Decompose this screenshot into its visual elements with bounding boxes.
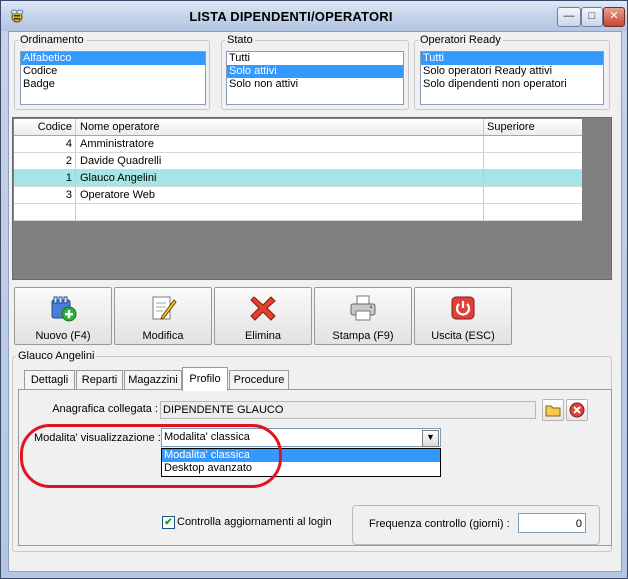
anagrafica-label: Anagrafica collegata : bbox=[52, 403, 158, 415]
tab-magazzini[interactable]: Magazzini bbox=[124, 370, 182, 390]
grid-header-row: Codice Nome operatore Superiore bbox=[14, 119, 582, 136]
new-user-icon bbox=[49, 294, 77, 322]
close-icon: ✕ bbox=[609, 10, 619, 22]
cell-nome: Glauco Angelini bbox=[80, 170, 484, 186]
cell-codice bbox=[14, 204, 76, 220]
exit-button-label: Uscita (ESC) bbox=[431, 330, 495, 342]
power-icon bbox=[449, 294, 477, 322]
printer-icon bbox=[349, 294, 377, 322]
ordinamento-label: Ordinamento bbox=[18, 34, 86, 46]
col-header-codice[interactable]: Codice bbox=[14, 119, 76, 135]
detail-group-title: Glauco Angelini bbox=[16, 350, 97, 362]
window-title: LISTA DIPENDENTI/OPERATORI bbox=[189, 9, 393, 24]
exit-button[interactable]: Uscita (ESC) bbox=[414, 287, 512, 345]
title-bar[interactable]: LISTA DIPENDENTI/OPERATORI — □ ✕ bbox=[1, 1, 627, 31]
maximize-button[interactable]: □ bbox=[581, 7, 603, 27]
operatori-ready-label: Operatori Ready bbox=[418, 34, 503, 46]
minimize-button[interactable]: — bbox=[557, 7, 581, 27]
edit-document-icon bbox=[149, 294, 177, 322]
cell-nome bbox=[80, 204, 484, 220]
close-button[interactable]: ✕ bbox=[603, 7, 625, 27]
browse-folder-button[interactable] bbox=[542, 399, 564, 421]
stato-list[interactable]: Tutti Solo attivi Solo non attivi bbox=[226, 51, 404, 105]
stato-item-tutti[interactable]: Tutti bbox=[227, 52, 403, 65]
tab-procedure[interactable]: Procedure bbox=[229, 370, 289, 390]
table-row-selected[interactable]: 1 Glauco Angelini bbox=[14, 170, 582, 187]
table-row[interactable]: 2 Davide Quadrelli bbox=[14, 153, 582, 170]
delete-x-icon bbox=[249, 294, 277, 322]
col-header-superiore[interactable]: Superiore bbox=[487, 119, 582, 135]
cell-codice: 4 bbox=[14, 136, 76, 152]
new-button-label: Nuovo (F4) bbox=[35, 330, 91, 342]
print-button[interactable]: Stampa (F9) bbox=[314, 287, 412, 345]
folder-icon bbox=[545, 405, 561, 417]
cell-nome: Operatore Web bbox=[80, 187, 484, 203]
table-row[interactable]: 4 Amministratore bbox=[14, 136, 582, 153]
table-row[interactable]: 3 Operatore Web bbox=[14, 187, 582, 204]
operatori-ready-item-tutti[interactable]: Tutti bbox=[421, 52, 603, 65]
cell-superiore bbox=[487, 136, 582, 152]
cell-superiore bbox=[487, 153, 582, 169]
operators-grid[interactable]: Codice Nome operatore Superiore 4 Ammini… bbox=[12, 117, 612, 280]
tab-reparti[interactable]: Reparti bbox=[76, 370, 123, 390]
stato-item-solo-attivi[interactable]: Solo attivi bbox=[227, 65, 403, 78]
controlla-label: Controlla aggiornamenti al login bbox=[177, 516, 332, 528]
delete-button[interactable]: Elimina bbox=[214, 287, 312, 345]
new-button[interactable]: Nuovo (F4) bbox=[14, 287, 112, 345]
operatori-ready-item-attivi[interactable]: Solo operatori Ready attivi bbox=[421, 65, 603, 78]
operatori-ready-list[interactable]: Tutti Solo operatori Ready attivi Solo d… bbox=[420, 51, 604, 105]
cell-codice: 3 bbox=[14, 187, 76, 203]
controlla-checkbox[interactable]: ✔ bbox=[162, 516, 175, 529]
ordinamento-item-badge[interactable]: Badge bbox=[21, 78, 205, 91]
cell-codice: 2 bbox=[14, 153, 76, 169]
col-header-nome[interactable]: Nome operatore bbox=[80, 119, 484, 135]
edit-button[interactable]: Modifica bbox=[114, 287, 212, 345]
cell-superiore bbox=[487, 204, 582, 220]
cell-superiore bbox=[487, 170, 582, 186]
stato-item-solo-non-attivi[interactable]: Solo non attivi bbox=[227, 78, 403, 91]
operatori-ready-item-non-operatori[interactable]: Solo dipendenti non operatori bbox=[421, 78, 603, 91]
cell-codice: 1 bbox=[14, 170, 76, 186]
grid-table: Codice Nome operatore Superiore 4 Ammini… bbox=[14, 119, 582, 221]
delete-button-label: Elimina bbox=[244, 330, 282, 342]
print-button-label: Stampa (F9) bbox=[332, 330, 394, 342]
edit-button-label: Modifica bbox=[142, 330, 184, 342]
maximize-icon: □ bbox=[588, 10, 596, 22]
stato-label: Stato bbox=[225, 34, 255, 46]
frequenza-input[interactable]: 0 bbox=[518, 513, 586, 533]
frequenza-label: Frequenza controllo (giorni) : bbox=[369, 518, 510, 530]
minimize-icon: — bbox=[563, 10, 575, 22]
cell-superiore bbox=[487, 187, 582, 203]
ordinamento-item-alfabetico[interactable]: Alfabetico bbox=[21, 52, 205, 65]
tab-dettagli[interactable]: Dettagli bbox=[24, 370, 75, 390]
ordinamento-item-codice[interactable]: Codice bbox=[21, 65, 205, 78]
tab-profilo[interactable]: Profilo bbox=[182, 367, 228, 391]
table-row-empty[interactable] bbox=[14, 204, 582, 221]
clear-button[interactable] bbox=[566, 399, 588, 421]
cell-nome: Amministratore bbox=[80, 136, 484, 152]
anagrafica-field: DIPENDENTE GLAUCO bbox=[160, 401, 536, 419]
chevron-down-icon[interactable]: ▼ bbox=[422, 430, 439, 447]
cell-nome: Davide Quadrelli bbox=[80, 153, 484, 169]
ordinamento-list[interactable]: Alfabetico Codice Badge bbox=[20, 51, 206, 105]
highlight-oval bbox=[20, 424, 282, 488]
remove-icon bbox=[569, 402, 585, 418]
